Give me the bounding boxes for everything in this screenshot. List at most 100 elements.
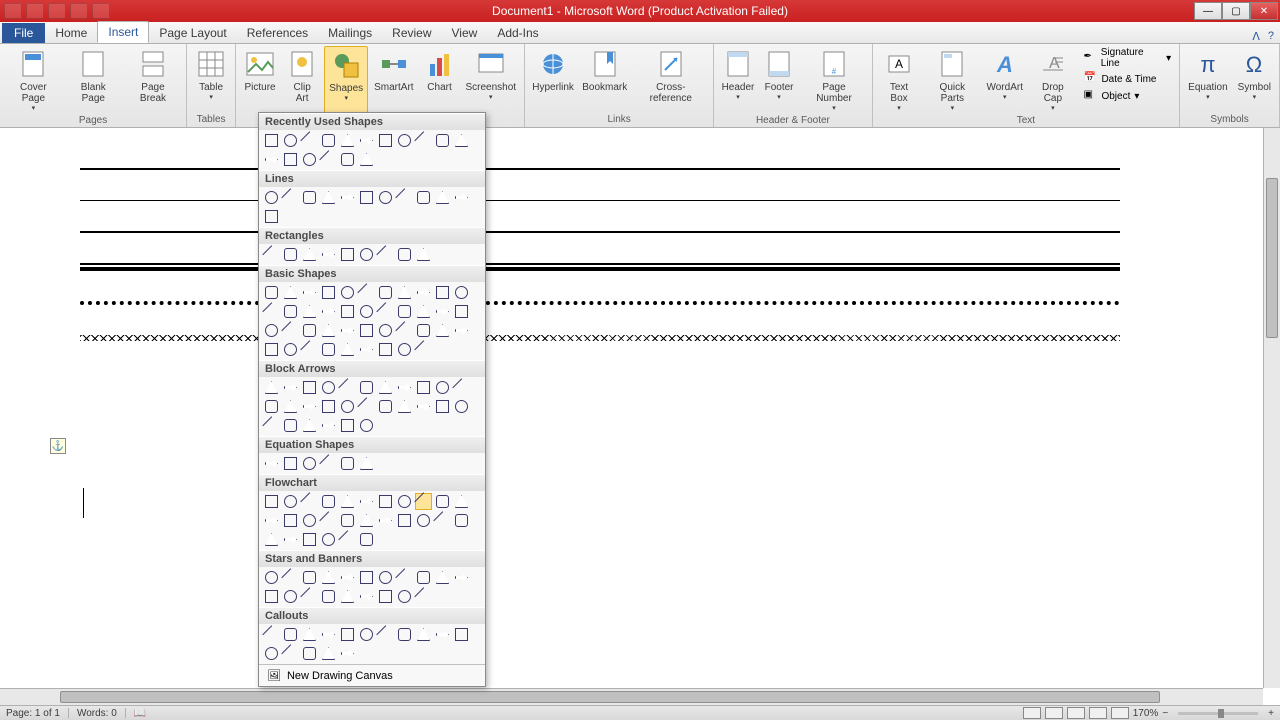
shape-option[interactable]	[301, 493, 318, 510]
shape-option[interactable]	[415, 303, 432, 320]
signature-line-button[interactable]: ✒Signature Line ▾	[1079, 46, 1175, 70]
shape-option[interactable]	[358, 626, 375, 643]
shape-option[interactable]	[320, 303, 337, 320]
shape-option[interactable]	[377, 303, 394, 320]
zoom-level[interactable]: 170%	[1133, 708, 1159, 719]
shape-option[interactable]	[415, 588, 432, 605]
shape-option[interactable]	[320, 645, 337, 662]
shape-option[interactable]	[396, 398, 413, 415]
close-button[interactable]: ✕	[1250, 2, 1278, 20]
shape-option[interactable]	[358, 284, 375, 301]
shape-option[interactable]	[396, 246, 413, 263]
shape-option[interactable]	[434, 189, 451, 206]
shape-option[interactable]	[396, 569, 413, 586]
shape-option[interactable]	[282, 246, 299, 263]
shape-option[interactable]	[339, 417, 356, 434]
file-tab[interactable]: File	[2, 23, 45, 43]
shape-option[interactable]	[282, 284, 299, 301]
shape-option[interactable]	[320, 398, 337, 415]
shape-option[interactable]	[358, 151, 375, 168]
shape-option[interactable]	[282, 569, 299, 586]
shape-option[interactable]	[358, 493, 375, 510]
shape-option[interactable]	[415, 322, 432, 339]
shape-option[interactable]	[301, 531, 318, 548]
shape-option[interactable]	[434, 379, 451, 396]
shape-option[interactable]	[415, 379, 432, 396]
shape-option[interactable]	[396, 284, 413, 301]
shape-option[interactable]	[282, 455, 299, 472]
shape-option[interactable]	[263, 322, 280, 339]
hyperlink-button[interactable]: Hyperlink	[529, 46, 577, 113]
table-button[interactable]: Table▾	[191, 46, 231, 113]
new-drawing-canvas[interactable]: 🖼New Drawing Canvas	[259, 664, 485, 686]
shape-option[interactable]	[377, 132, 394, 149]
shape-option[interactable]	[453, 303, 470, 320]
shape-option[interactable]	[453, 189, 470, 206]
outline-view[interactable]	[1089, 707, 1107, 719]
shape-option[interactable]	[415, 246, 432, 263]
shape-option[interactable]	[377, 512, 394, 529]
shape-option[interactable]	[263, 645, 280, 662]
bookmark-button[interactable]: Bookmark	[579, 46, 630, 113]
shape-option[interactable]	[263, 512, 280, 529]
shape-option[interactable]	[282, 531, 299, 548]
shape-option[interactable]	[358, 322, 375, 339]
page-break-button[interactable]: Page Break	[124, 46, 182, 114]
shape-option[interactable]	[377, 189, 394, 206]
shape-option[interactable]	[358, 341, 375, 358]
shape-option[interactable]	[434, 569, 451, 586]
shape-option[interactable]	[377, 322, 394, 339]
shape-option[interactable]	[358, 246, 375, 263]
shape-option[interactable]	[358, 189, 375, 206]
shape-option[interactable]	[339, 341, 356, 358]
shape-option[interactable]	[301, 284, 318, 301]
shape-option[interactable]	[434, 132, 451, 149]
shape-option[interactable]	[434, 322, 451, 339]
shape-option[interactable]	[263, 588, 280, 605]
shape-option[interactable]	[339, 626, 356, 643]
shape-option[interactable]	[263, 531, 280, 548]
shape-option[interactable]	[453, 626, 470, 643]
shape-option[interactable]	[301, 512, 318, 529]
shape-option[interactable]	[415, 493, 432, 510]
object-button[interactable]: ▣Object ▾	[1079, 88, 1175, 104]
textbox-button[interactable]: AText Box▾	[877, 46, 922, 114]
shape-option[interactable]	[396, 341, 413, 358]
shape-option[interactable]	[320, 322, 337, 339]
shape-option[interactable]	[358, 303, 375, 320]
shape-option[interactable]	[415, 626, 432, 643]
tab-view[interactable]: View	[442, 23, 488, 43]
shape-option[interactable]	[301, 303, 318, 320]
shape-option[interactable]	[339, 569, 356, 586]
shape-option[interactable]	[339, 189, 356, 206]
shape-option[interactable]	[301, 151, 318, 168]
shape-option[interactable]	[434, 493, 451, 510]
shape-option[interactable]	[282, 417, 299, 434]
shape-option[interactable]	[320, 284, 337, 301]
zoom-slider[interactable]	[1178, 712, 1258, 715]
proofing-icon[interactable]: 📖	[134, 708, 146, 719]
print-layout-view[interactable]	[1023, 707, 1041, 719]
shape-option[interactable]	[396, 493, 413, 510]
shape-option[interactable]	[282, 645, 299, 662]
minimize-button[interactable]: —	[1194, 2, 1222, 20]
redo-icon[interactable]	[70, 3, 88, 19]
shape-option[interactable]	[415, 132, 432, 149]
smartart-button[interactable]: SmartArt	[370, 46, 417, 113]
shape-option[interactable]	[339, 531, 356, 548]
shape-option[interactable]	[415, 398, 432, 415]
shape-option[interactable]	[320, 569, 337, 586]
shape-option[interactable]	[301, 379, 318, 396]
shape-option[interactable]	[320, 512, 337, 529]
shape-option[interactable]	[282, 189, 299, 206]
shape-option[interactable]	[301, 322, 318, 339]
shape-option[interactable]	[339, 455, 356, 472]
shape-option[interactable]	[263, 417, 280, 434]
shape-option[interactable]	[453, 398, 470, 415]
shape-option[interactable]	[434, 284, 451, 301]
shape-option[interactable]	[263, 303, 280, 320]
tab-review[interactable]: Review	[382, 23, 441, 43]
dropcap-button[interactable]: ADrop Cap▾	[1028, 46, 1077, 114]
shape-option[interactable]	[415, 569, 432, 586]
tab-add-ins[interactable]: Add-Ins	[487, 23, 548, 43]
